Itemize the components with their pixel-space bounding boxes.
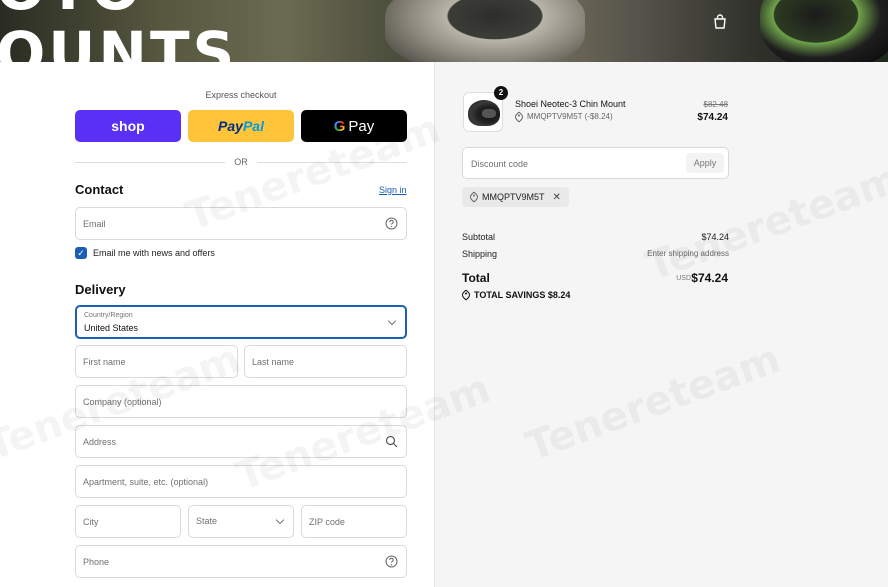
banner-rider-image [385,0,585,62]
zip-field[interactable]: ZIP code [301,505,407,538]
close-icon[interactable]: ✕ [553,192,561,203]
city-placeholder: City [83,517,99,527]
brand-logo-line1: OTO [0,0,143,20]
country-select[interactable]: Country/Region United States [75,305,407,339]
shipping-value: Enter shipping address [647,249,729,258]
brand-logo-line2: OUNTS [0,19,238,62]
total-label: Total [462,271,490,285]
product-discount-text: MMQPTV9M5T (-$8.24) [527,112,613,121]
delivery-title: Delivery [75,282,126,297]
tag-icon [513,110,525,123]
total-currency: USD [676,275,691,282]
shipping-label: Shipping [462,249,498,259]
quantity-badge: 2 [494,86,508,100]
or-divider: OR [75,156,407,170]
search-icon [385,435,398,448]
savings-label: TOTAL SAVINGS [474,290,546,300]
first-name-field[interactable]: First name [75,345,238,378]
helmet-image [468,100,500,126]
discount-code-field[interactable]: Discount code Apply [462,147,729,179]
country-value: United States [84,323,139,333]
last-name-field[interactable]: Last name [244,345,407,378]
help-icon[interactable] [385,555,398,568]
product-name: Shoei Neotec-3 Chin Mount [515,99,626,109]
tag-icon [460,289,472,301]
subtotal-value: $74.24 [701,232,729,242]
zip-placeholder: ZIP code [309,517,345,527]
help-icon[interactable] [385,217,398,230]
shop-pay-button[interactable]: shop [75,110,181,142]
apartment-field[interactable]: Apartment, suite, etc. (optional) [75,465,407,498]
city-field[interactable]: City [75,505,181,538]
google-g-icon: G [333,117,346,135]
banner-rider-image-right [760,0,888,62]
shop-pay-label: shop [111,118,145,134]
total-savings: TOTAL SAVINGS $8.24 [460,289,571,301]
subtotal-row: Subtotal $74.24 [462,232,729,242]
apartment-placeholder: Apartment, suite, etc. (optional) [83,477,209,487]
state-select[interactable]: State [188,505,294,538]
newsletter-label: Email me with news and offers [93,248,215,258]
paypal-label-part2: Pal [242,118,264,134]
sign-in-link[interactable]: Sign in [379,185,407,195]
checkout-form: Express checkout shop Pay Pal G Pay OR Co… [0,62,434,587]
shipping-row: Shipping Enter shipping address [462,249,729,259]
chevron-down-icon [387,316,397,326]
product-discount: MMQPTV9M5T (-$8.24) [513,110,613,123]
phone-field[interactable]: Phone [75,545,407,578]
phone-placeholder: Phone [83,557,110,567]
applied-discount-chip: MMQPTV9M5T ✕ [462,187,569,207]
subtotal-label: Subtotal [462,232,496,242]
original-price: $82.48 [703,100,728,109]
state-placeholder: State [196,516,218,526]
express-checkout-label: Express checkout [205,90,277,100]
contact-title: Contact [75,182,124,197]
email-placeholder: Email [83,219,106,229]
email-field[interactable]: Email [75,207,407,240]
chevron-down-icon [275,515,285,525]
total-value: $74.24 [691,271,728,285]
discount-code-placeholder: Discount code [471,159,529,169]
company-placeholder: Company (optional) [83,397,162,407]
google-pay-label: Pay [348,117,375,135]
shopping-bag-icon[interactable] [713,14,727,30]
address-field[interactable]: Address [75,425,407,458]
newsletter-checkbox-row[interactable]: ✓ Email me with news and offers [75,247,215,259]
newsletter-checkbox[interactable]: ✓ [75,247,87,259]
discounted-price: $74.24 [697,112,728,123]
last-name-placeholder: Last name [252,357,295,367]
address-placeholder: Address [83,437,117,447]
country-label: Country/Region [84,312,133,319]
savings-value: $8.24 [547,290,571,300]
apply-button[interactable]: Apply [686,153,724,173]
paypal-label-part1: Pay [218,118,243,134]
header-banner: OTO OUNTS [0,0,888,62]
order-summary: 2 Shoei Neotec-3 Chin Mount MMQPTV9M5T (… [434,62,888,587]
paypal-button[interactable]: Pay Pal [188,110,294,142]
google-pay-button[interactable]: G Pay [301,110,407,142]
applied-code: MMQPTV9M5T [482,192,545,202]
company-field[interactable]: Company (optional) [75,385,407,418]
tag-icon [468,191,480,203]
first-name-placeholder: First name [83,357,126,367]
